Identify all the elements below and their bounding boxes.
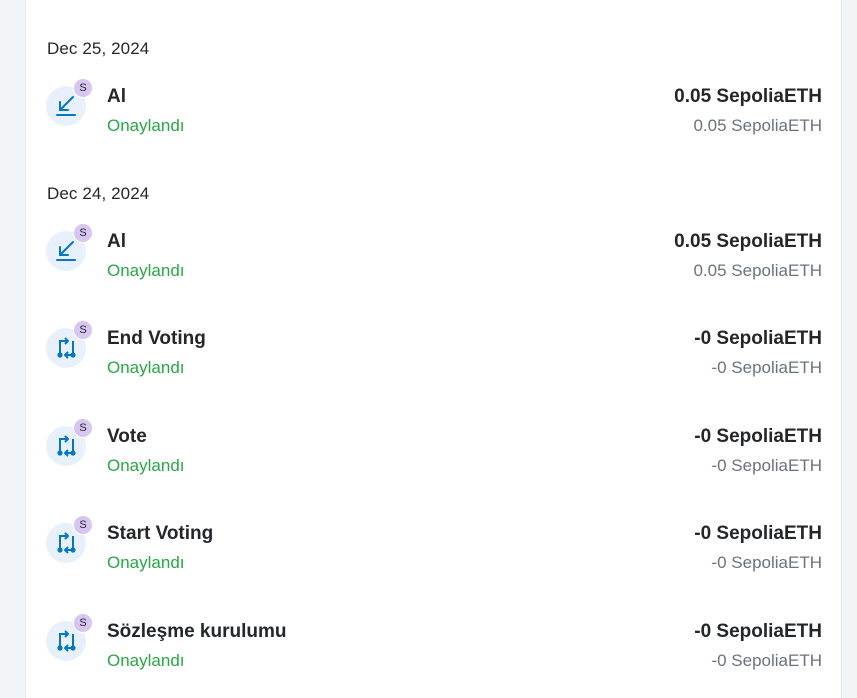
transaction-row[interactable]: S Al Onaylandı 0.05 SepoliaETH 0.05 Sepo… — [26, 223, 841, 289]
transaction-amount: 0.05 SepoliaETH — [674, 231, 822, 252]
transaction-secondary-amount: -0 SepoliaETH — [711, 651, 822, 670]
transaction-amount: -0 SepoliaETH — [694, 523, 822, 544]
transaction-title: Al — [107, 231, 126, 252]
network-badge: S — [73, 78, 93, 98]
transaction-amount: -0 SepoliaETH — [694, 426, 822, 447]
transaction-secondary-amount: -0 SepoliaETH — [711, 553, 822, 572]
network-badge: S — [73, 613, 93, 633]
network-badge: S — [73, 320, 93, 340]
transaction-status: Onaylandı — [107, 116, 185, 135]
transaction-status: Onaylandı — [107, 358, 185, 377]
date-header: Dec 25, 2024 — [47, 39, 150, 58]
transaction-row[interactable]: S Al Onaylandı 0.05 SepoliaETH 0.05 Sepo… — [26, 78, 841, 144]
network-badge: S — [73, 515, 93, 535]
transaction-row[interactable]: S End Voting Onaylandı -0 SepoliaETH -0 … — [26, 320, 841, 386]
transaction-secondary-amount: -0 SepoliaETH — [711, 358, 822, 377]
transaction-row[interactable]: S Start Voting Onaylandı -0 SepoliaETH -… — [26, 515, 841, 581]
date-header: Dec 24, 2024 — [47, 184, 150, 203]
transaction-secondary-amount: 0.05 SepoliaETH — [693, 116, 822, 135]
network-badge: S — [73, 418, 93, 438]
transaction-secondary-amount: -0 SepoliaETH — [711, 456, 822, 475]
transaction-title: Start Voting — [107, 523, 214, 544]
transaction-row[interactable]: S Vote Onaylandı -0 SepoliaETH -0 Sepoli… — [26, 418, 841, 484]
activity-list: Dec 25, 2024 S Al Onaylandı 0.05 Sepolia… — [25, 0, 842, 698]
transaction-secondary-amount: 0.05 SepoliaETH — [693, 261, 822, 280]
transaction-title: End Voting — [107, 328, 206, 349]
transaction-status: Onaylandı — [107, 261, 185, 280]
transaction-title: Al — [107, 86, 126, 107]
transaction-status: Onaylandı — [107, 553, 185, 572]
transaction-title: Sözleşme kurulumu — [107, 621, 287, 642]
transaction-amount: -0 SepoliaETH — [694, 328, 822, 349]
network-badge: S — [73, 223, 93, 243]
transaction-title: Vote — [107, 426, 147, 447]
transaction-status: Onaylandı — [107, 651, 185, 670]
transaction-amount: -0 SepoliaETH — [694, 621, 822, 642]
transaction-amount: 0.05 SepoliaETH — [674, 86, 822, 107]
transaction-row[interactable]: S Sözleşme kurulumu Onaylandı -0 Sepolia… — [26, 613, 841, 679]
transaction-status: Onaylandı — [107, 456, 185, 475]
